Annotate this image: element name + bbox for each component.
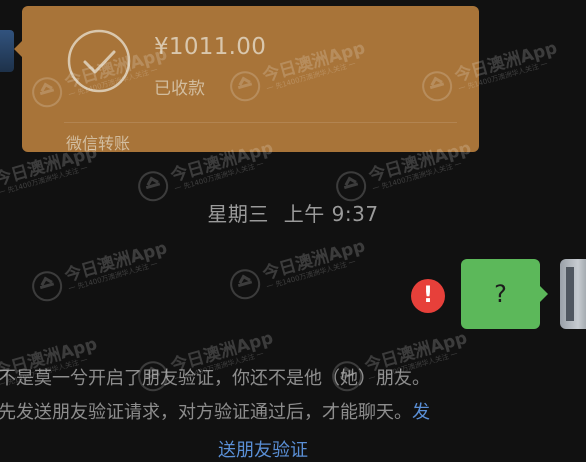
message-timestamp: 星期三 上午 9:37 (0, 198, 586, 227)
check-circle-icon (67, 29, 131, 93)
watermark-tagline: 一 先1400万澳洲华人关注 一 (173, 159, 265, 193)
watermark-tagline: 一 先1400万澳洲华人关注 一 (0, 163, 89, 197)
send-verification-link-cont[interactable]: 送朋友验证 (218, 436, 586, 462)
card-divider (64, 122, 457, 123)
watermark: 今日澳洲App一 先1400万澳洲华人关注 一 (226, 235, 370, 303)
contact-avatar[interactable] (0, 30, 14, 72)
verification-notice-text: 先发送朋友验证请求，对方验证通过后，才能聊天。 (0, 402, 412, 423)
watermark-tagline: 一 先1400万澳洲华人关注 一 (67, 259, 159, 293)
transfer-card[interactable]: ¥1011.00 已收款 微信转账 (14, 6, 479, 153)
verification-notice-line1: 不是莫一兮开启了朋友验证，你还不是他（她）朋友。 (0, 368, 430, 389)
watermark-logo-icon (28, 267, 66, 305)
outgoing-message-bubble[interactable]: ? (461, 259, 548, 329)
watermark-tagline: 一 先1400万澳洲华人关注 一 (265, 257, 357, 291)
watermark-tagline: 一 先1400万澳洲华人关注 一 (371, 159, 463, 193)
watermark-logo-icon (226, 265, 264, 303)
timestamp-time: 上午 9:37 (283, 202, 379, 226)
verification-notice-line2: 先发送朋友验证请求，对方验证通过后，才能聊天。发 (0, 398, 586, 424)
transfer-card-footer: 微信转账 (66, 134, 131, 153)
watermark-name: 今日澳洲App (260, 235, 368, 285)
self-avatar[interactable] (560, 259, 586, 329)
transfer-status: 已收款 (154, 79, 205, 99)
transfer-amount: ¥1011.00 (154, 34, 267, 60)
timestamp-day: 星期三 (207, 202, 269, 226)
exclamation-icon[interactable]: ! (411, 279, 445, 313)
watermark: 今日澳洲App一 先1400万澳洲华人关注 一 (28, 237, 172, 305)
watermark-name: 今日澳洲App (62, 237, 170, 287)
chat-screen: ¥1011.00 已收款 微信转账 星期三 上午 9:37 ! ? 不是莫一兮开… (0, 0, 586, 462)
send-verification-link[interactable]: 发 (412, 402, 430, 423)
